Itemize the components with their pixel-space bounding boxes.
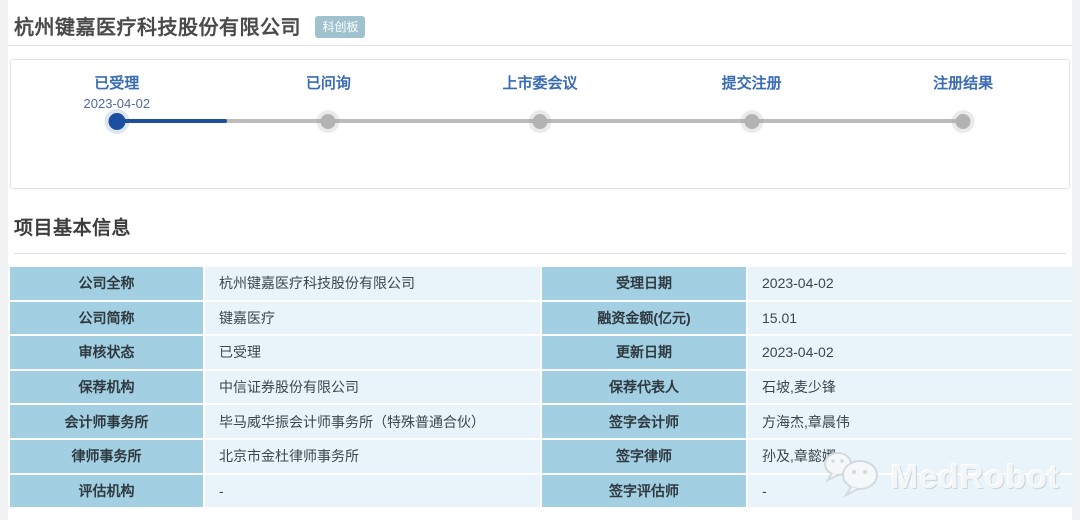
- field-label-financing-amount: 融资金额(亿元): [542, 301, 746, 335]
- field-value-financing-amount: 15.01: [748, 301, 1074, 335]
- field-label-company-full-name: 公司全称: [10, 267, 203, 300]
- project-info-table: 公司全称 杭州键嘉医疗科技股份有限公司 受理日期 2023-04-02 公司简称…: [10, 267, 1074, 508]
- section-title: 项目基本信息: [14, 218, 132, 239]
- field-value-appraisal-institution: -: [205, 474, 540, 508]
- field-label-signing-accountant: 签字会计师: [542, 405, 746, 438]
- step-date: [223, 96, 435, 112]
- field-label-law-firm: 律师事务所: [10, 439, 203, 473]
- content-area: 杭州键嘉医疗科技股份有限公司 科创板 已受理 2023-04-02 已问询 上市…: [8, 0, 1074, 520]
- step-label: 注册结果: [933, 75, 994, 92]
- timeline-step-accepted: 已受理 2023-04-02: [11, 60, 223, 188]
- field-label-signing-appraiser: 签字评估师: [542, 474, 746, 508]
- field-value-signing-appraiser: -: [748, 474, 1074, 508]
- field-label-sponsor-representative: 保荐代表人: [542, 370, 746, 404]
- field-label-acceptance-date: 受理日期: [542, 267, 746, 300]
- board-badge: 科创板: [315, 16, 366, 38]
- field-value-accounting-firm: 毕马威华振会计师事务所（特殊普通合伙）: [205, 405, 540, 438]
- page-header: 杭州键嘉医疗科技股份有限公司 科创板: [8, 0, 1072, 46]
- field-value-review-status: 已受理: [205, 336, 540, 369]
- field-label-company-short-name: 公司简称: [10, 301, 203, 335]
- review-timeline-card: 已受理 2023-04-02 已问询 上市委会议 提交注册 注册结果: [10, 59, 1070, 189]
- step-label: 提交注册: [721, 75, 782, 92]
- section-header: 项目基本信息: [14, 213, 1066, 254]
- timeline-dot-active: [108, 113, 126, 130]
- field-label-accounting-firm: 会计师事务所: [10, 405, 203, 438]
- timeline-dot: [532, 114, 548, 129]
- field-label-signing-lawyer: 签字律师: [542, 439, 746, 473]
- timeline-steps: 已受理 2023-04-02 已问询 上市委会议 提交注册 注册结果: [11, 60, 1069, 188]
- step-date: [857, 96, 1069, 112]
- field-label-sponsor-institution: 保荐机构: [10, 370, 203, 404]
- ipo-status-page: 杭州键嘉医疗科技股份有限公司 科创板 已受理 2023-04-02 已问询 上市…: [0, 0, 1080, 520]
- step-label: 已问询: [305, 75, 351, 92]
- field-value-signing-accountant: 方海杰,章晨伟: [748, 405, 1074, 438]
- step-label: 已受理: [94, 75, 140, 92]
- field-value-company-full-name: 杭州键嘉医疗科技股份有限公司: [205, 267, 540, 300]
- page-title: 杭州键嘉医疗科技股份有限公司: [14, 17, 301, 39]
- timeline-dot: [744, 114, 760, 129]
- field-value-sponsor-representative: 石坡,麦少锋: [748, 370, 1074, 404]
- field-value-sponsor-institution: 中信证券股份有限公司: [205, 370, 540, 404]
- step-date: [646, 96, 858, 112]
- field-label-review-status: 审核状态: [10, 336, 203, 369]
- step-date: [434, 96, 646, 112]
- field-value-acceptance-date: 2023-04-02: [748, 267, 1074, 300]
- step-label: 上市委会议: [502, 75, 578, 92]
- field-label-appraisal-institution: 评估机构: [10, 474, 203, 508]
- field-value-signing-lawyer: 孙及,章懿娜: [748, 439, 1074, 473]
- timeline-step-submit-registration: 提交注册: [646, 60, 858, 188]
- field-value-update-date: 2023-04-02: [748, 336, 1074, 369]
- timeline-dot: [320, 114, 336, 129]
- step-date: 2023-04-02: [83, 96, 151, 111]
- timeline-step-committee-meeting: 上市委会议: [434, 60, 646, 188]
- field-label-update-date: 更新日期: [542, 336, 746, 369]
- timeline-dot: [955, 114, 971, 129]
- field-value-law-firm: 北京市金杜律师事务所: [205, 439, 540, 473]
- timeline-step-inquired: 已问询: [223, 60, 435, 188]
- field-value-company-short-name: 键嘉医疗: [205, 301, 540, 335]
- timeline-step-registration-result: 注册结果: [857, 60, 1069, 188]
